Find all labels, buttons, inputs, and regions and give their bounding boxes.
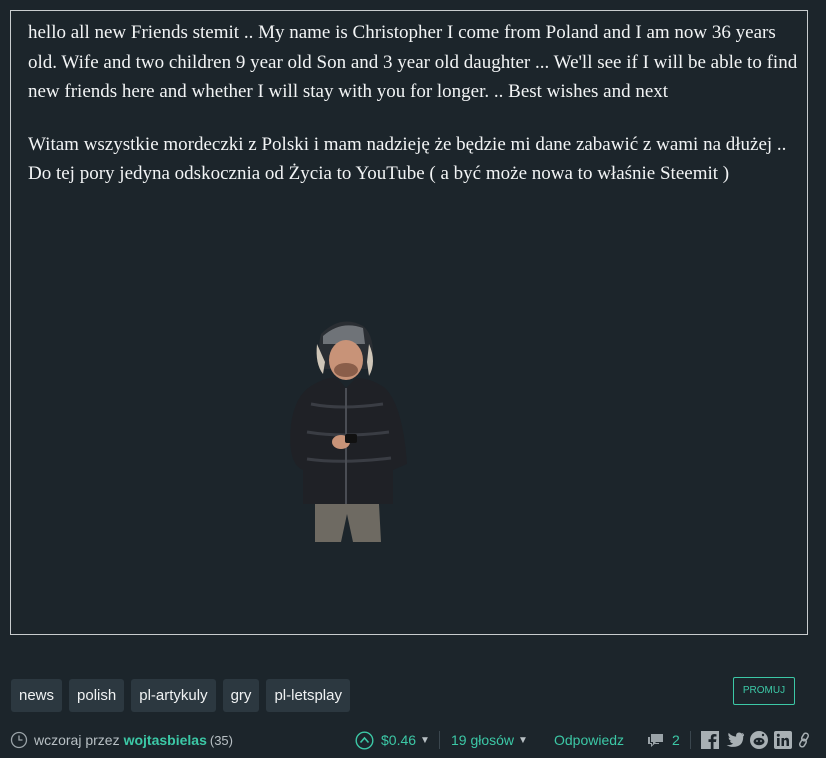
tag-list: news polish pl-artykuly gry pl-letsplay bbox=[11, 679, 350, 712]
votes-count[interactable]: 19 głosów bbox=[451, 732, 514, 748]
post-footer: wczoraj przez wojtasbielas (35) $0.46 ▼ … bbox=[0, 726, 826, 754]
comments-icon[interactable] bbox=[647, 732, 665, 748]
reddit-icon[interactable] bbox=[750, 731, 768, 749]
post-meta: wczoraj przez wojtasbielas (35) bbox=[10, 726, 233, 754]
post-paragraph-polish: Witam wszystkie mordeczki z Polski i mam… bbox=[28, 133, 787, 185]
promote-button[interactable]: PROMUJ bbox=[733, 677, 795, 705]
comments-group: 2 bbox=[647, 726, 680, 754]
post-image bbox=[290, 321, 407, 542]
share-icons bbox=[701, 726, 810, 754]
linkedin-icon[interactable] bbox=[774, 731, 792, 749]
tag-polish[interactable]: polish bbox=[69, 679, 125, 712]
tag-pl-letsplay[interactable]: pl-letsplay bbox=[266, 679, 350, 712]
tag-pl-artykuly[interactable]: pl-artykuly bbox=[131, 679, 216, 712]
votes-group: 19 głosów ▼ bbox=[451, 726, 528, 754]
caret-down-icon[interactable]: ▼ bbox=[420, 735, 430, 746]
post-time: wczoraj przez bbox=[34, 732, 120, 748]
tag-news[interactable]: news bbox=[11, 679, 63, 712]
upvote-icon[interactable] bbox=[355, 730, 374, 750]
author-reputation: (35) bbox=[209, 732, 233, 748]
payout-value[interactable]: $0.46 bbox=[381, 732, 416, 748]
author-link[interactable]: wojtasbielas bbox=[124, 732, 207, 748]
post-paragraph-english: hello all new Friends stemit .. My name … bbox=[28, 22, 798, 102]
post-body-container: hello all new Friends stemit .. My name … bbox=[10, 10, 808, 635]
tag-gry[interactable]: gry bbox=[222, 679, 260, 712]
facebook-icon[interactable] bbox=[701, 731, 719, 749]
reply-group: Odpowiedz bbox=[554, 726, 624, 754]
caret-down-icon[interactable]: ▼ bbox=[518, 735, 528, 746]
divider bbox=[690, 726, 691, 754]
comments-count[interactable]: 2 bbox=[672, 732, 680, 748]
twitter-icon[interactable] bbox=[725, 732, 744, 748]
post-body: hello all new Friends stemit .. My name … bbox=[28, 18, 798, 212]
divider bbox=[439, 726, 440, 754]
payout-group: $0.46 ▼ bbox=[355, 726, 430, 754]
clock-icon bbox=[10, 731, 28, 749]
link-icon[interactable] bbox=[798, 732, 810, 748]
reply-link[interactable]: Odpowiedz bbox=[554, 732, 624, 748]
